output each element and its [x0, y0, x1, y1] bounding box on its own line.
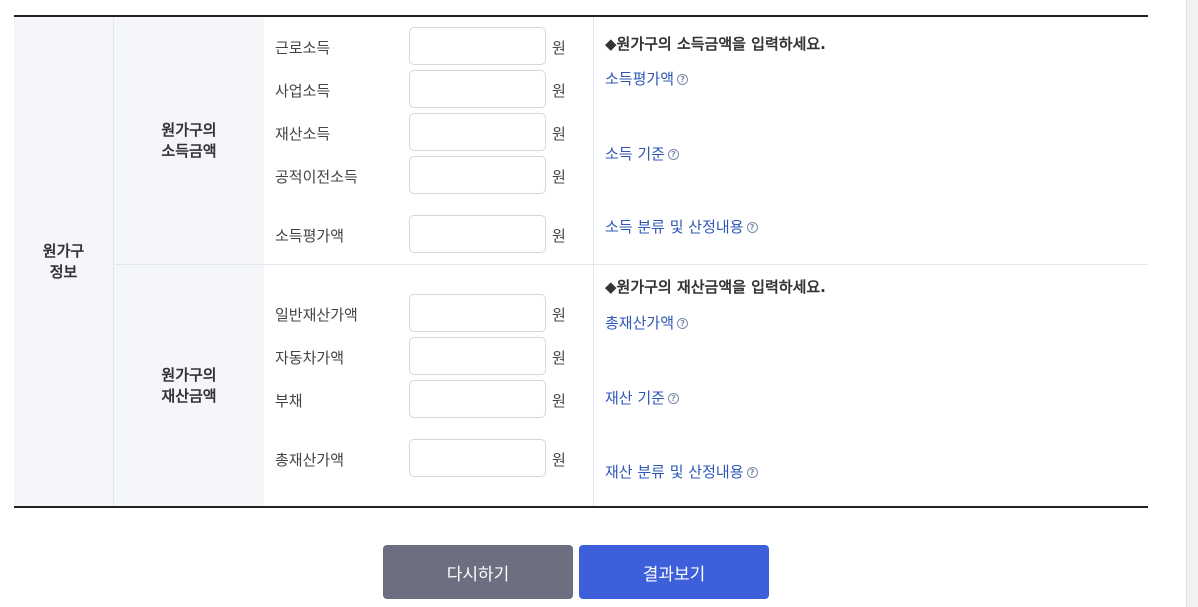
question-circle-icon: ? [677, 318, 689, 329]
field-public-transfer-income: 공적이전소득 원 [264, 156, 594, 194]
field-unit: 원 [552, 306, 566, 324]
field-property-income: 재산소득 원 [264, 113, 594, 151]
link-label: 재산 기준 [605, 389, 665, 407]
business-income-input[interactable] [409, 70, 546, 108]
field-total-property: 총재산가액 원 [264, 439, 594, 477]
field-label: 부채 [275, 392, 303, 410]
debt-input[interactable] [409, 380, 546, 418]
field-label: 사업소득 [275, 82, 331, 100]
income-criteria-link[interactable]: 소득 기준? [605, 143, 679, 164]
link-label: 재산 분류 및 산정내용 [605, 463, 744, 481]
field-unit: 원 [552, 125, 566, 143]
asset-info: ◆원가구의 재산금액을 입력하세요. 총재산가액? 재산 기준? 재산 분류 및… [595, 265, 1148, 506]
field-label: 공적이전소득 [275, 168, 358, 186]
reset-button[interactable]: 다시하기 [383, 545, 573, 599]
group-header-original-household: 원가구 정보 [14, 17, 114, 506]
field-unit: 원 [552, 39, 566, 57]
field-label: 재산소득 [275, 125, 331, 143]
income-evaluation-link[interactable]: 소득평가액? [605, 68, 689, 89]
group-header-label: 원가구 정보 [42, 241, 85, 281]
property-classification-link[interactable]: 재산 분류 및 산정내용? [605, 461, 758, 482]
property-income-input[interactable] [409, 113, 546, 151]
income-header-label: 원가구의 소득금액 [161, 120, 217, 160]
field-general-property: 일반재산가액 원 [264, 294, 594, 332]
link-label: 소득평가액 [605, 70, 675, 88]
income-section: 원가구의 소득금액 근로소득 원 사업소득 원 재산소득 원 공적이전소득 원 … [114, 17, 1148, 264]
field-unit: 원 [552, 392, 566, 410]
field-label: 총재산가액 [275, 451, 345, 469]
field-unit: 원 [552, 451, 566, 469]
field-label: 근로소득 [275, 39, 331, 57]
field-label: 자동차가액 [275, 349, 345, 367]
household-info-form: 원가구 정보 원가구의 소득금액 근로소득 원 사업소득 원 재산소득 원 공적… [14, 15, 1148, 508]
total-property-link[interactable]: 총재산가액? [605, 312, 689, 333]
field-label: 소득평가액 [275, 227, 345, 245]
asset-header-label: 원가구의 재산금액 [161, 365, 217, 405]
income-info: ◆원가구의 소득금액을 입력하세요. 소득평가액? 소득 기준? 소득 분류 및… [595, 17, 1148, 264]
question-circle-icon: ? [677, 74, 689, 85]
income-header: 원가구의 소득금액 [114, 17, 264, 264]
income-fields: 근로소득 원 사업소득 원 재산소득 원 공적이전소득 원 소득평가액 원 [264, 17, 594, 264]
property-criteria-link[interactable]: 재산 기준? [605, 387, 679, 408]
field-label: 일반재산가액 [275, 306, 358, 324]
link-label: 소득 기준 [605, 145, 665, 163]
income-evaluation-input[interactable] [409, 215, 546, 253]
question-circle-icon: ? [746, 467, 758, 478]
asset-info-heading: ◆원가구의 재산금액을 입력하세요. [605, 278, 826, 296]
field-business-income: 사업소득 원 [264, 70, 594, 108]
public-transfer-income-input[interactable] [409, 156, 546, 194]
asset-fields: 일반재산가액 원 자동차가액 원 부채 원 총재산가액 원 [264, 265, 594, 506]
general-property-input[interactable] [409, 294, 546, 332]
field-income-evaluation: 소득평가액 원 [264, 215, 594, 253]
field-unit: 원 [552, 168, 566, 186]
scrollbar[interactable] [1186, 0, 1198, 607]
earned-income-input[interactable] [409, 27, 546, 65]
field-earned-income: 근로소득 원 [264, 27, 594, 65]
question-circle-icon: ? [746, 222, 758, 233]
asset-header: 원가구의 재산금액 [114, 265, 264, 506]
field-debt: 부채 원 [264, 380, 594, 418]
field-unit: 원 [552, 82, 566, 100]
asset-section: 원가구의 재산금액 일반재산가액 원 자동차가액 원 부채 원 총재산가액 원 … [114, 265, 1148, 506]
vehicle-value-input[interactable] [409, 337, 546, 375]
link-label: 총재산가액 [605, 314, 675, 332]
calculator-page: 원가구 정보 원가구의 소득금액 근로소득 원 사업소득 원 재산소득 원 공적… [0, 0, 1198, 607]
question-circle-icon: ? [667, 149, 679, 160]
field-unit: 원 [552, 227, 566, 245]
total-property-input[interactable] [409, 439, 546, 477]
income-info-heading: ◆원가구의 소득금액을 입력하세요. [605, 35, 826, 53]
link-label: 소득 분류 및 산정내용 [605, 218, 744, 236]
field-unit: 원 [552, 349, 566, 367]
question-circle-icon: ? [667, 393, 679, 404]
view-result-button[interactable]: 결과보기 [579, 545, 769, 599]
income-classification-link[interactable]: 소득 분류 및 산정내용? [605, 216, 758, 237]
field-vehicle-value: 자동차가액 원 [264, 337, 594, 375]
